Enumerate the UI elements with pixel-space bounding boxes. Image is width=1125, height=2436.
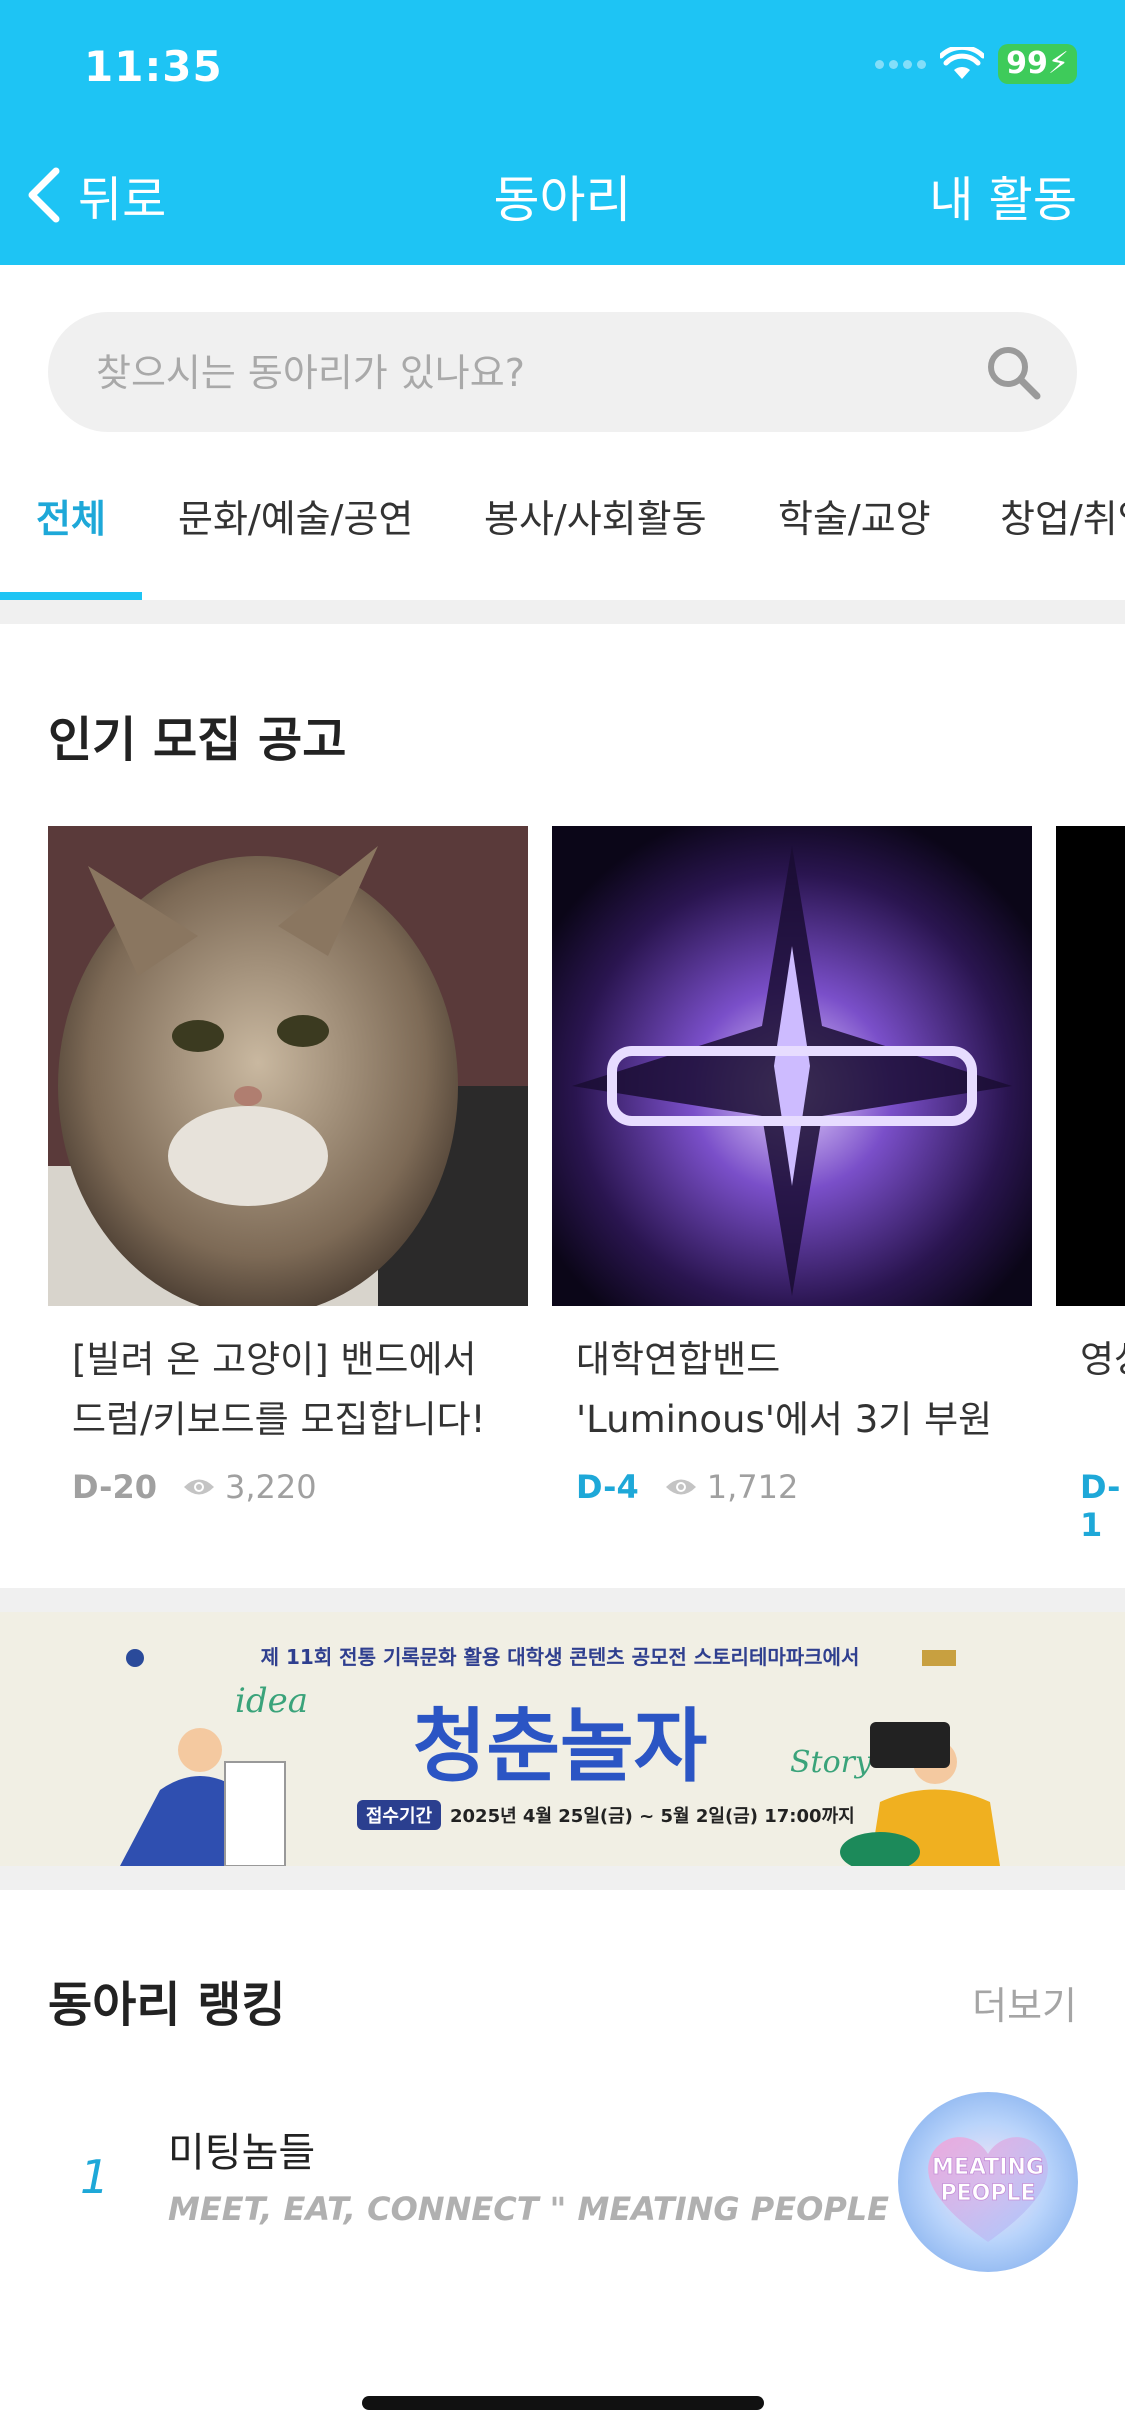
- rank-number: 1: [80, 2150, 110, 2204]
- my-activity-button[interactable]: 내 활동: [929, 160, 1077, 230]
- card-title: 대학연합밴드 'Luminous'에서 3기 부원을 상시 모집…: [576, 1338, 993, 1441]
- search-input[interactable]: [94, 312, 978, 434]
- dday-badge: D-4: [576, 1468, 639, 1506]
- battery-indicator: 99⚡: [998, 44, 1077, 84]
- eye-icon: [665, 1479, 696, 1495]
- logo-text: PEOPLE: [940, 2181, 1035, 2206]
- banner-main-text: 청춘놀자: [413, 1700, 707, 1793]
- more-button[interactable]: 더보기: [972, 1975, 1077, 2030]
- tab-academic[interactable]: 학술/교양: [778, 488, 931, 543]
- card-image: [1056, 826, 1125, 1306]
- eye-icon: [183, 1479, 214, 1495]
- cat-image: [48, 826, 528, 1306]
- cellular-signal-icon: [875, 59, 927, 69]
- recruit-card[interactable]: 대학연합밴드 'Luminous'에서 3기 부원을 상시 모집… D-4 1,…: [552, 826, 1032, 1506]
- section-divider: [0, 600, 1125, 624]
- club-logo: MEATING PEOPLE: [898, 2092, 1078, 2272]
- wifi-icon: [940, 47, 985, 79]
- section-divider: [0, 1588, 1125, 1612]
- club-name: 미팅놈들: [168, 2130, 316, 2176]
- status-icons: 99⚡: [875, 44, 1077, 84]
- banner-period-label: 접수기간: [366, 1806, 433, 1827]
- tab-startup-career[interactable]: 창업/취업: [1000, 488, 1125, 543]
- section-divider: [0, 1866, 1125, 1890]
- tab-volunteer[interactable]: 봉사/사회활동: [484, 488, 707, 543]
- banner-period-text: 2025년 4월 25일(금) ~ 5월 2일(금) 17:00까지: [450, 1806, 855, 1827]
- status-time: 11:35: [84, 42, 223, 91]
- back-button[interactable]: 뒤로: [24, 160, 166, 230]
- active-tab-indicator: [0, 592, 142, 600]
- home-indicator[interactable]: [362, 2396, 764, 2410]
- recruit-card[interactable]: [빌려 온 고양이] 밴드에서 드럼/키보드를 모집합니다! D-20 3,22…: [48, 826, 528, 1506]
- search-icon[interactable]: [983, 342, 1043, 402]
- tab-all[interactable]: 전체: [36, 488, 106, 543]
- banner-story-word: Story: [790, 1745, 873, 1780]
- tab-culture-arts[interactable]: 문화/예술/공연: [178, 488, 413, 543]
- dday-badge: D-20: [72, 1468, 157, 1506]
- banner-idea-word: idea: [235, 1681, 308, 1721]
- banner-top-text: 제 11회 전통 기록문화 활용 대학생 콘텐츠 공모전 스토리테마파크에서: [261, 1645, 860, 1669]
- popular-section-title: 인기 모집 공고: [48, 712, 347, 768]
- search-bar: [48, 312, 1077, 434]
- chevron-left-icon: [28, 167, 60, 223]
- contest-banner[interactable]: 제 11회 전통 기록문화 활용 대학생 콘텐츠 공모전 스토리테마파크에서 i…: [0, 1612, 1125, 1866]
- card-title: 영상…: [1080, 1338, 1125, 1381]
- logo-text: MEATING: [932, 2155, 1044, 2180]
- ranking-section-title: 동아리 랭킹: [48, 1977, 286, 2033]
- club-description: MEET, EAT, CONNECT " MEATING PEOPLE ": [168, 2190, 917, 2228]
- category-tabs: 전체 문화/예술/공연 봉사/사회활동 학술/교양 창업/취업: [0, 470, 1125, 600]
- view-count: 3,220: [224, 1468, 317, 1506]
- app-header: 11:35 99⚡ 뒤로 동아리 내 활동: [0, 0, 1125, 265]
- luminous-poster-image: [552, 826, 1032, 1306]
- dday-badge: D-1: [1080, 1468, 1121, 1544]
- recruit-card-partial[interactable]: 영상… D-1: [1056, 826, 1125, 1544]
- card-title: [빌려 온 고양이] 밴드에서 드럼/키보드를 모집합니다!: [72, 1338, 486, 1441]
- back-label: 뒤로: [78, 172, 167, 228]
- view-count: 1,712: [706, 1468, 799, 1506]
